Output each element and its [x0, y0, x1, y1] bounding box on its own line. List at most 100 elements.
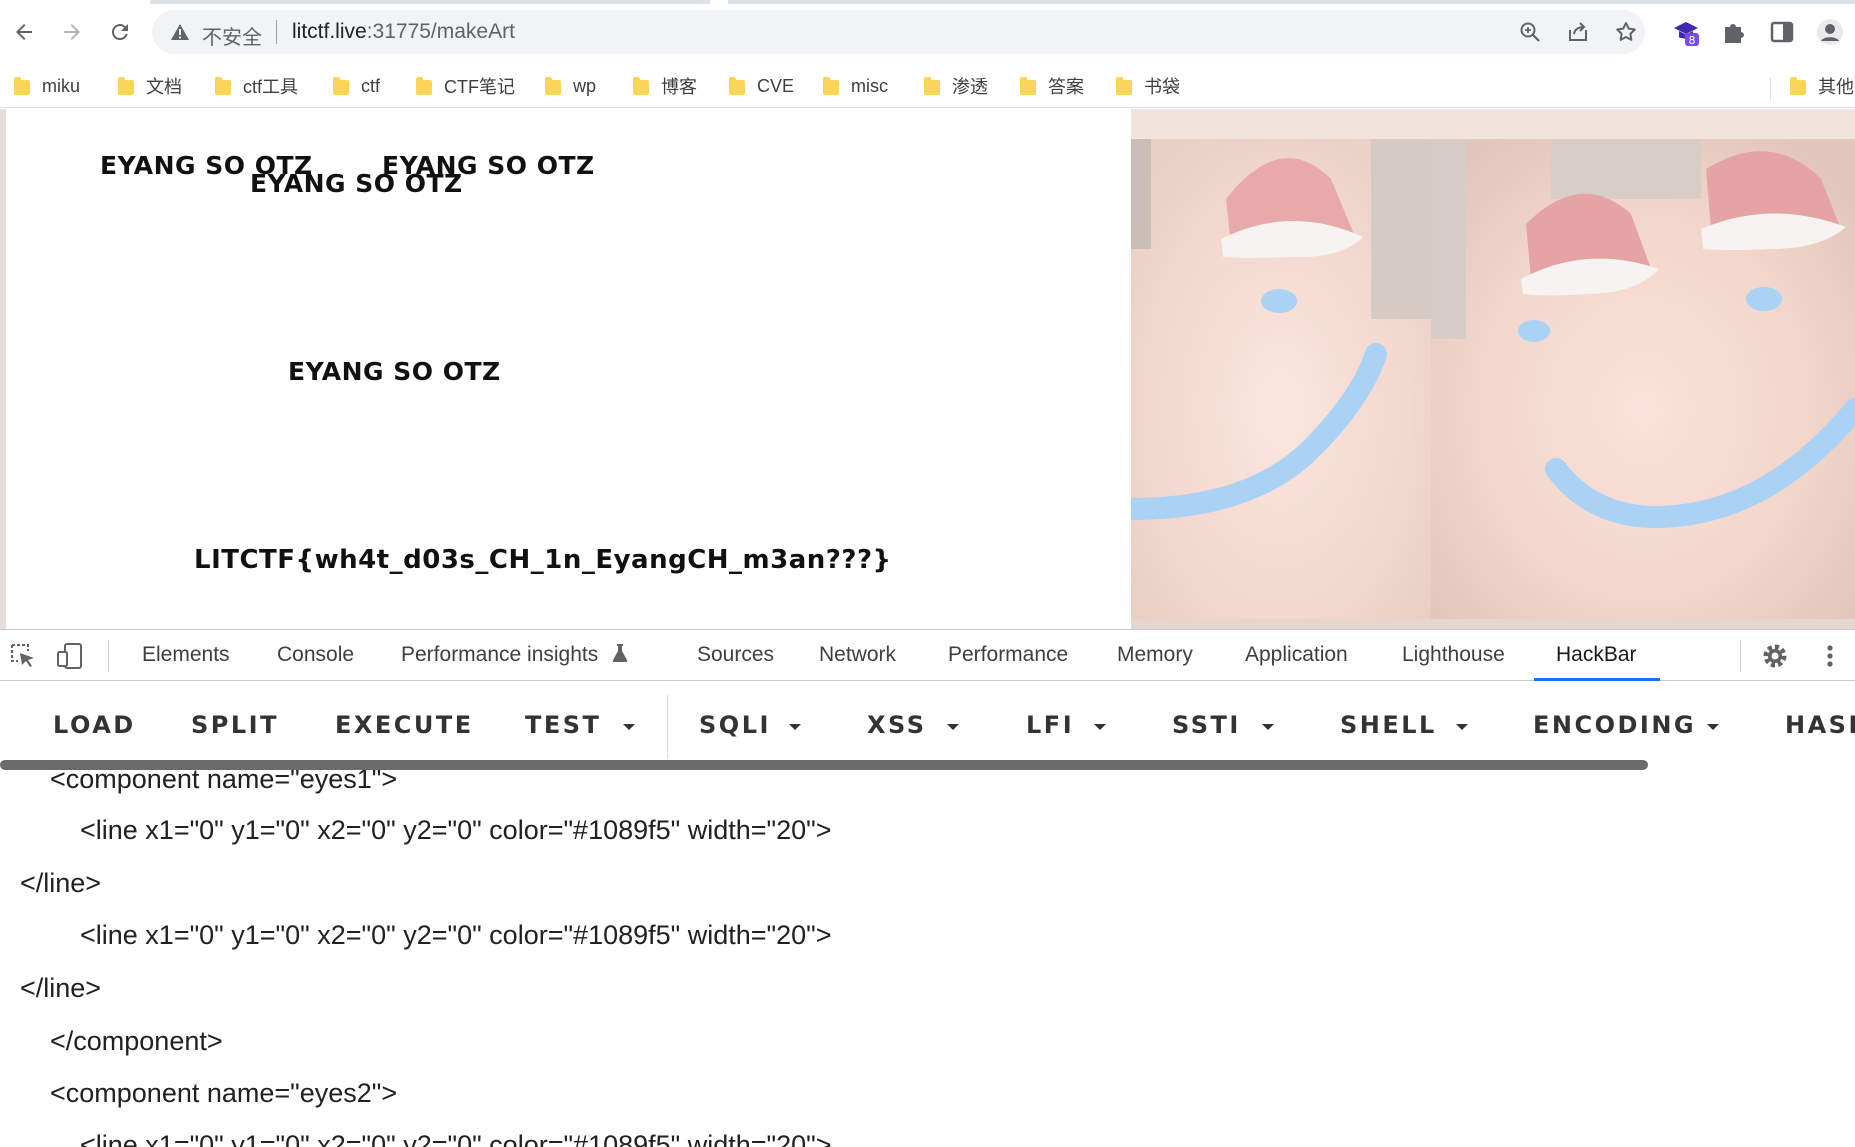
bookmark-label: 博客	[661, 77, 697, 97]
bookmark-folder[interactable]: 渗透	[924, 70, 988, 102]
bookmark-folder[interactable]: wp	[545, 70, 596, 102]
tab-performance-insights[interactable]: Performance insights	[401, 643, 628, 667]
folder-icon	[14, 77, 30, 95]
code-line: <line x1="0" y1="0" x2="0" y2="0" color=…	[80, 1130, 832, 1147]
encoding-menu-button[interactable]: ENCODING	[1533, 711, 1696, 739]
bookmark-folder[interactable]: miku	[14, 70, 80, 102]
folder-icon	[633, 77, 649, 95]
url-host: litctf.live	[292, 20, 367, 43]
split-button[interactable]: SPLIT	[191, 711, 279, 739]
code-line: <line x1="0" y1="0" x2="0" y2="0" color=…	[80, 815, 832, 845]
bookmark-label: CTF笔记	[444, 77, 515, 97]
execute-button[interactable]: EXECUTE	[335, 711, 474, 739]
bookmark-folder[interactable]: 答案	[1020, 70, 1084, 102]
star-icon[interactable]	[1614, 20, 1638, 44]
back-button[interactable]	[6, 14, 42, 50]
load-button[interactable]: LOAD	[53, 711, 136, 739]
tab-elements[interactable]: Elements	[142, 643, 230, 667]
reload-icon	[111, 24, 128, 41]
page-edge	[0, 109, 6, 629]
folder-icon	[333, 77, 349, 95]
bookmark-folder[interactable]: ctf工具	[215, 70, 298, 102]
tab-strip-right	[728, 0, 1855, 4]
request-body-editor[interactable]: <component name="eyes1"> <line x1="0" y1…	[0, 770, 1855, 1147]
forward-button[interactable]	[54, 14, 90, 50]
folder-icon	[545, 77, 561, 95]
code-line: </component>	[50, 1026, 223, 1056]
tab-strip	[150, 0, 710, 4]
bookmark-label: 书袋	[1144, 77, 1180, 97]
caret-down-icon[interactable]	[1707, 724, 1719, 730]
folder-icon	[1020, 77, 1036, 95]
test-menu-button[interactable]: TEST	[525, 711, 601, 739]
flag-text: LITCTF{wh4t_d03s_CH_1n_EyangCH_m3an???}	[194, 545, 892, 575]
xss-menu-button[interactable]: XSS	[867, 711, 927, 739]
tab-sources[interactable]: Sources	[697, 643, 774, 667]
bookmark-label: 其他	[1818, 77, 1854, 97]
tab-hackbar[interactable]: HackBar	[1556, 643, 1637, 667]
caret-down-icon[interactable]	[947, 724, 959, 730]
side-panel-icon[interactable]	[1768, 18, 1796, 46]
folder-icon	[416, 77, 432, 95]
settings-gear-icon[interactable]	[1760, 641, 1790, 671]
page-content: EYANG SO OTZ EYANG SO OTZ EYANG SO OTZ E…	[0, 109, 1855, 629]
inspect-element-icon[interactable]	[8, 641, 38, 671]
share-icon[interactable]	[1566, 20, 1590, 44]
caret-down-icon[interactable]	[623, 724, 635, 730]
lfi-menu-button[interactable]: LFI	[1026, 711, 1074, 739]
caret-down-icon[interactable]	[1456, 724, 1468, 730]
bookmark-folder[interactable]: 文档	[118, 70, 182, 102]
folder-icon	[1116, 77, 1132, 95]
hackbar-toolbar: LOAD SPLIT EXECUTE TEST SQLI XSS LFI SST…	[0, 681, 1855, 761]
bookmark-label: 答案	[1048, 77, 1084, 97]
tab-performance[interactable]: Performance	[948, 643, 1068, 667]
bookmark-label: wp	[573, 75, 597, 96]
shell-menu-button[interactable]: SHELL	[1340, 711, 1437, 739]
device-toolbar-icon[interactable]	[55, 641, 85, 671]
devtools-tab-bar: Elements Console Performance insights So…	[0, 629, 1855, 681]
horizontal-scrollbar[interactable]	[0, 760, 1648, 770]
bookmark-label: CVE	[757, 75, 795, 96]
caret-down-icon[interactable]	[1262, 724, 1274, 730]
tab-application[interactable]: Application	[1245, 643, 1348, 667]
address-bar[interactable]: 不安全 litctf.live:31775/makeArt	[152, 10, 1645, 54]
more-options-icon[interactable]	[1815, 641, 1845, 671]
code-line: </line>	[20, 868, 102, 898]
bookmark-folder[interactable]: ctf	[333, 70, 380, 102]
bookmark-label: miku	[42, 75, 81, 96]
flask-icon	[612, 644, 628, 662]
security-status[interactable]: 不安全	[202, 21, 262, 50]
folder-icon	[215, 77, 231, 95]
tab-memory[interactable]: Memory	[1117, 643, 1193, 667]
profile-avatar-icon[interactable]	[1816, 18, 1844, 46]
reload-button[interactable]	[102, 14, 138, 50]
code-line: </line>	[20, 973, 102, 1003]
url-text[interactable]: litctf.live:31775/makeArt	[292, 20, 515, 44]
caret-down-icon[interactable]	[789, 724, 801, 730]
folder-icon	[118, 77, 134, 95]
other-bookmarks-folder[interactable]: 其他	[1790, 70, 1854, 102]
tab-lighthouse[interactable]: Lighthouse	[1402, 643, 1505, 667]
tab-console[interactable]: Console	[277, 643, 354, 667]
devtools-divider	[1740, 640, 1741, 672]
url-path: :31775/makeArt	[366, 20, 515, 43]
tab-network[interactable]: Network	[819, 643, 896, 667]
bookmark-folder[interactable]: CVE	[729, 70, 794, 102]
bookmark-label: ctf	[361, 75, 381, 96]
zoom-icon[interactable]	[1518, 20, 1542, 44]
ssti-menu-button[interactable]: SSTI	[1172, 711, 1241, 739]
caret-down-icon[interactable]	[1094, 724, 1106, 730]
bookmark-label: 渗透	[952, 77, 988, 97]
hash-menu-button[interactable]: HASH	[1785, 711, 1855, 739]
bookmarks-bar: miku 文档 ctf工具 ctf CTF笔记 wp 博客 CVE misc 渗…	[0, 64, 1855, 108]
arrow-right-icon	[64, 24, 80, 40]
bookmark-folder[interactable]: 博客	[633, 70, 697, 102]
bookmarks-divider	[1770, 78, 1771, 100]
bookmark-folder[interactable]: 书袋	[1116, 70, 1180, 102]
bookmark-folder[interactable]: CTF笔记	[416, 70, 515, 102]
puzzle-icon[interactable]	[1720, 18, 1748, 46]
sqli-menu-button[interactable]: SQLI	[699, 711, 771, 739]
extension-hat-icon[interactable]: 8	[1672, 18, 1700, 46]
folder-icon	[823, 77, 839, 95]
bookmark-folder[interactable]: misc	[823, 70, 888, 102]
